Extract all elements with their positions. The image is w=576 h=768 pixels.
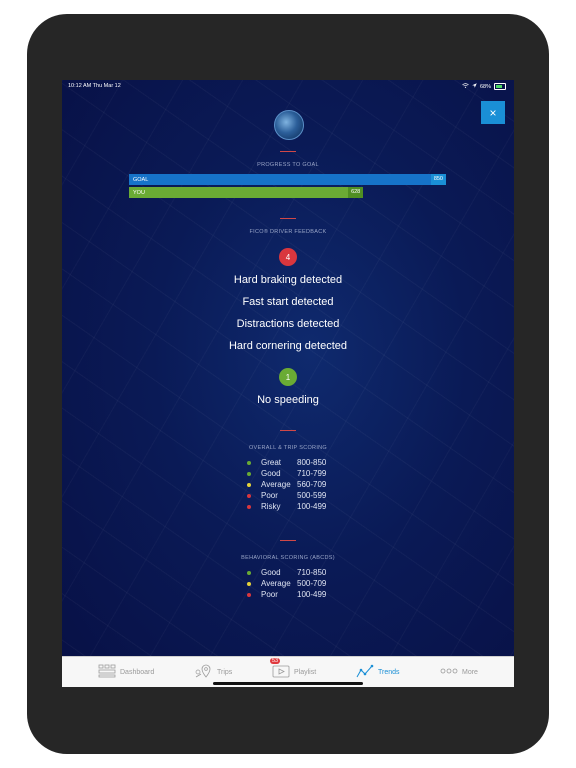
behavioral-scoring-title: BEHAVIORAL SCORING (ABCDS) [241,555,335,561]
tab-label: More [462,668,478,676]
dashboard-icon [98,664,116,680]
legend-range: 710-799 [297,469,327,478]
feedback-item: Distractions detected [236,318,340,330]
battery-percent: 68% [479,83,491,90]
legend-range: 710-850 [297,568,327,577]
status-time: 10:12 AM Thu Mar 12 [68,83,121,89]
legend-range: 500-599 [297,491,327,500]
status-dot [247,582,251,586]
goal-bar: GOAL 850 [129,174,446,185]
legend-row: Average 560-709 [247,480,367,491]
status-dot [247,472,251,476]
legend-range: 500-709 [297,579,327,588]
legend-row: Poor 500-599 [247,491,367,502]
feedback-item: Hard cornering detected [228,340,347,352]
legend-name: Average [261,480,291,489]
feedback-item: No speeding [257,394,319,406]
you-label: YOU [133,190,145,196]
legend-row: Good 710-799 [247,469,367,480]
playlist-icon: 53 [270,658,290,680]
legend-name: Risky [261,502,281,511]
you-value: 628 [348,187,364,198]
divider [280,151,296,152]
legend-name: Poor [261,590,278,599]
legend-name: Great [261,458,282,467]
tab-label: Trends [378,668,400,676]
overall-scoring-title: OVERALL & TRIP SCORING [248,445,328,451]
map-pin-icon [195,664,213,680]
divider [280,218,296,219]
tab-label: Dashboard [120,668,155,676]
negative-count-badge: 4 [279,248,297,266]
home-indicator [213,682,363,685]
status-dot [247,461,251,465]
legend-name: Good [261,469,281,478]
you-bar: YOU 628 [129,187,364,198]
battery-icon [494,83,506,90]
tab-label: Trips [217,668,233,676]
status-dot [247,494,251,498]
wifi-icon [462,83,469,90]
behavioral-scoring-legend: Good 710-850 Average 500-709 Poor 100-499 [247,568,367,601]
status-dot [247,571,251,575]
progress-title: PROGRESS TO GOAL [257,162,319,168]
legend-name: Good [261,568,281,577]
positive-count-badge: 1 [279,368,297,386]
tab-label: Playlist [294,668,317,676]
legend-name: Average [261,579,291,588]
status-dot [247,505,251,509]
legend-row: Poor 100-499 [247,590,367,601]
legend-range: 560-709 [297,480,327,489]
trends-icon [356,664,374,680]
goal-value: 850 [430,174,446,185]
app-screen: 10:12 AM Thu Mar 12 68% × PROGRESS TO GO… [62,80,514,687]
playlist-badge: 53 [270,658,281,664]
tab-more[interactable]: More [440,657,478,687]
feedback-item: Fast start detected [242,296,334,308]
legend-row: Great 800-850 [247,458,367,469]
legend-name: Poor [261,491,278,500]
overall-scoring-legend: Great 800-850 Good 710-799 Average 560-709 … [247,458,367,513]
status-bar: 10:12 AM Thu Mar 12 68% [62,80,514,92]
legend-row: Risky 100-499 [247,502,367,513]
location-icon [472,83,477,90]
close-button[interactable]: × [481,101,505,124]
feedback-item: Hard braking detected [233,274,343,286]
goal-label: GOAL [133,177,149,183]
divider [280,540,296,541]
feedback-title: FICO® DRIVER FEEDBACK [249,229,327,235]
more-icon [440,664,458,680]
legend-row: Good 710-850 [247,568,367,579]
divider [280,430,296,431]
profile-avatar [274,110,304,140]
status-dot [247,593,251,597]
legend-range: 800-850 [297,458,327,467]
legend-row: Average 500-709 [247,579,367,590]
status-icons: 68% [462,83,506,90]
legend-range: 100-499 [297,590,327,599]
tab-dashboard[interactable]: Dashboard [98,657,154,687]
status-dot [247,483,251,487]
legend-range: 100-499 [297,502,327,511]
